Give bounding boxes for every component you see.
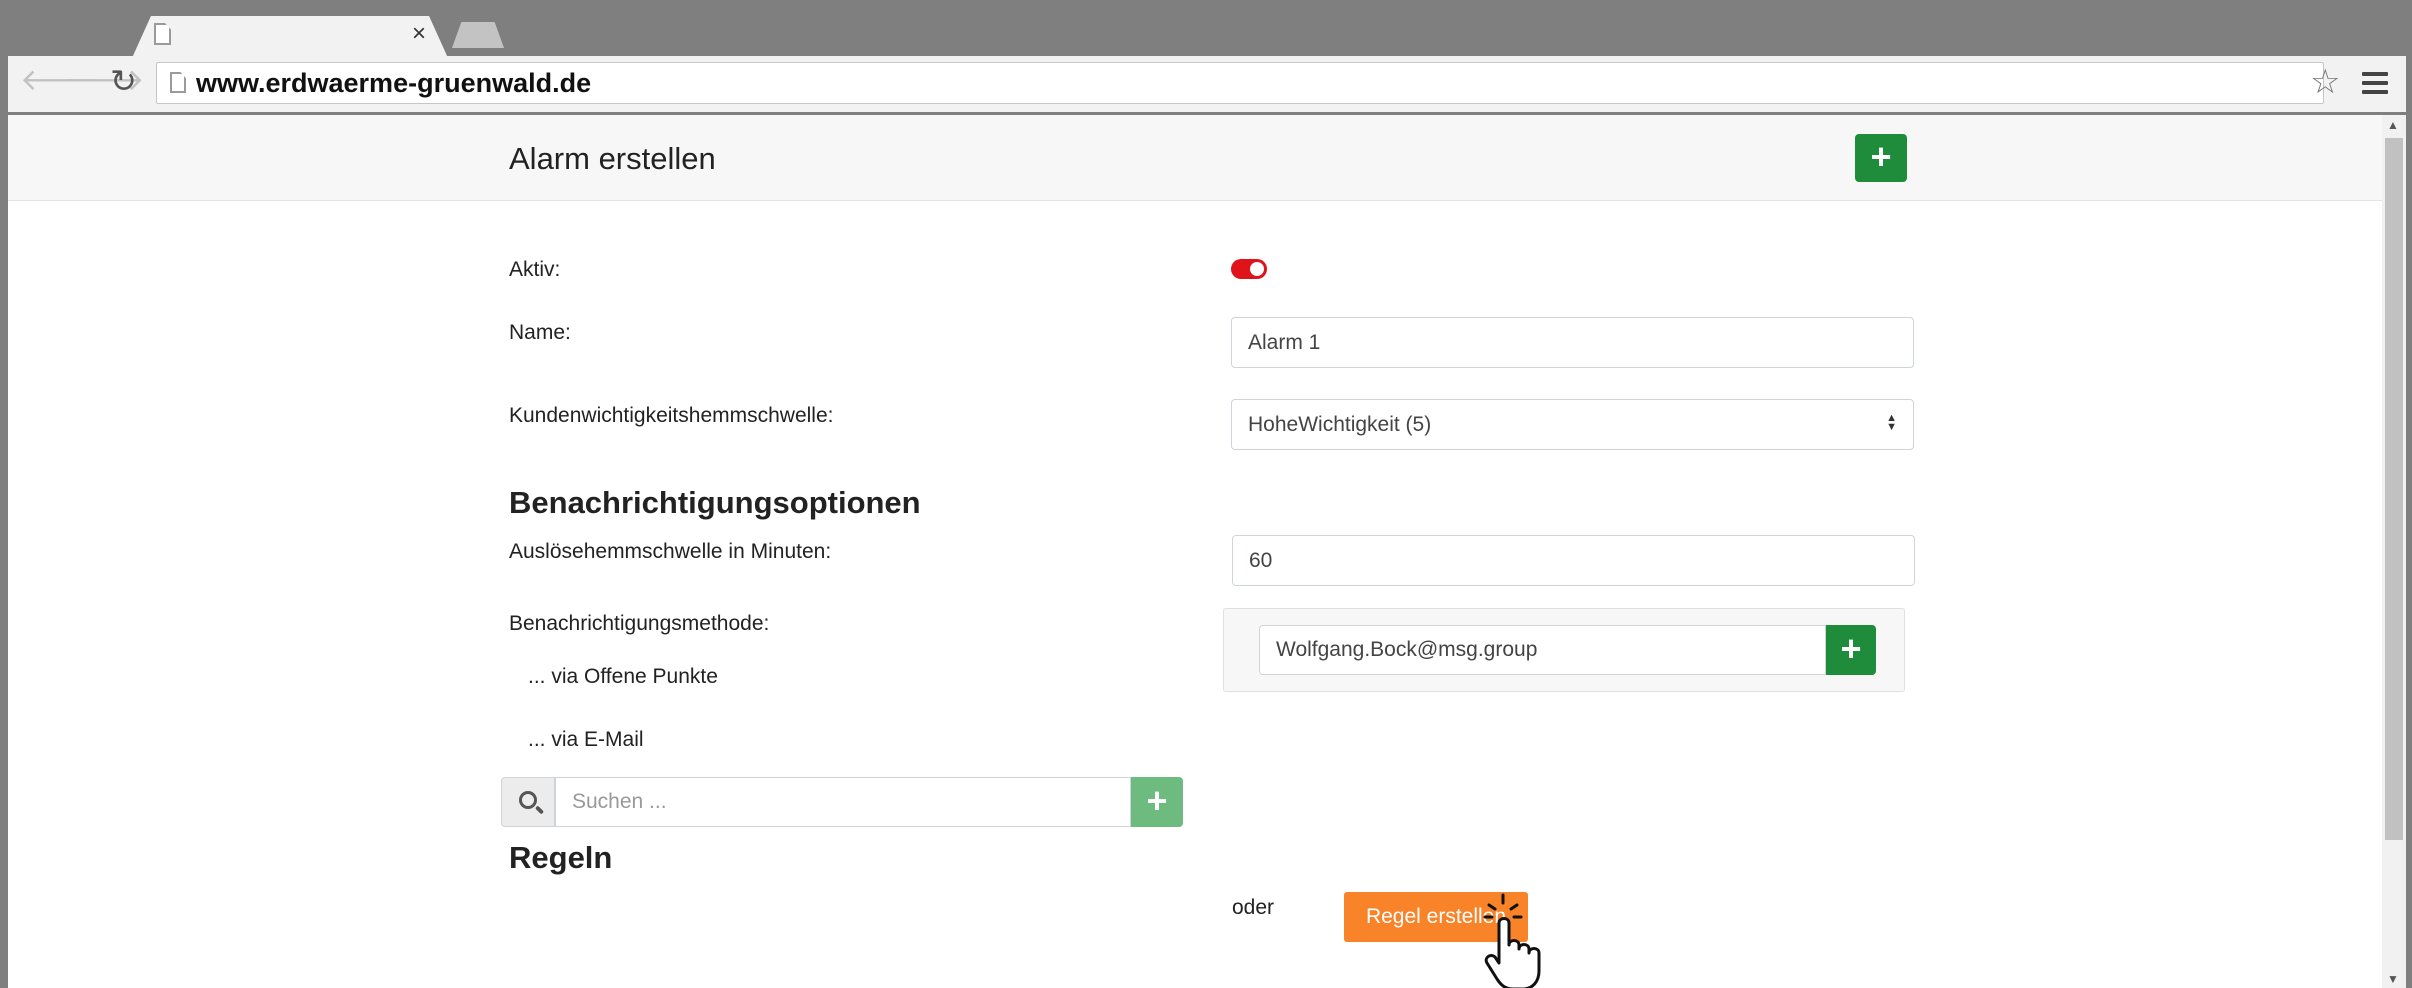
threshold-label: Kundenwichtigkeitshemmschwelle:	[509, 404, 834, 427]
hamburger-menu-icon[interactable]	[2362, 72, 2388, 94]
email-field[interactable]: Wolfgang.Bock@msg.group	[1259, 625, 1826, 675]
browser-tab[interactable]	[132, 16, 448, 58]
trigger-value: 60	[1249, 548, 1273, 572]
rules-title: Regeln	[509, 840, 613, 875]
reload-icon[interactable]: ↻	[110, 65, 137, 97]
hand-cursor-icon	[1483, 893, 1541, 988]
add-email-button[interactable]: +	[1826, 625, 1876, 675]
name-value: Alarm 1	[1248, 330, 1321, 354]
open-points-label: ... via Offene Punkte	[528, 665, 718, 688]
active-label: Aktiv:	[509, 258, 561, 281]
search-addon	[501, 777, 555, 827]
add-alarm-button[interactable]: +	[1855, 134, 1907, 182]
window-border	[0, 56, 8, 988]
window-border	[2406, 56, 2412, 988]
name-field[interactable]: Alarm 1	[1231, 317, 1914, 368]
search-placeholder: Suchen ...	[572, 790, 667, 813]
scroll-down-icon[interactable]: ▼	[2387, 972, 2399, 986]
close-icon[interactable]: ×	[412, 20, 426, 48]
threshold-value: HoheWichtigkeit (5)	[1248, 412, 1432, 436]
search-icon	[519, 791, 537, 809]
active-toggle[interactable]	[1231, 259, 1267, 279]
or-label: oder	[1232, 896, 1275, 919]
method-label: Benachrichtigungsmethode:	[509, 612, 770, 635]
email-label: ... via E-Mail	[528, 728, 644, 751]
notifications-title: Benachrichtigungsoptionen	[509, 485, 921, 520]
scrollbar-thumb[interactable]	[2385, 138, 2403, 840]
name-label: Name:	[509, 321, 571, 344]
rule-search-input[interactable]: Suchen ...	[555, 777, 1131, 827]
toggle-knob	[1250, 262, 1264, 276]
page-viewport: Alarm erstellen + Aktiv: Name: Alarm 1 K…	[8, 115, 2382, 988]
add-rule-button[interactable]: +	[1131, 777, 1183, 827]
scroll-up-icon[interactable]: ▲	[2387, 118, 2399, 132]
page-header: Alarm erstellen +	[8, 115, 2382, 201]
url-text[interactable]: www.erdwaerme-gruenwald.de	[196, 66, 591, 100]
threshold-select[interactable]: HoheWichtigkeit (5) ▲ ▼	[1231, 399, 1914, 450]
select-arrows-icon: ▲ ▼	[1886, 412, 1897, 433]
trigger-minutes-field[interactable]: 60	[1232, 535, 1915, 586]
page-title: Alarm erstellen	[509, 141, 716, 176]
trigger-label: Auslösehemmschwelle in Minuten:	[509, 540, 832, 563]
star-icon[interactable]: ☆	[2310, 62, 2340, 102]
email-value: Wolfgang.Bock@msg.group	[1276, 638, 1538, 661]
